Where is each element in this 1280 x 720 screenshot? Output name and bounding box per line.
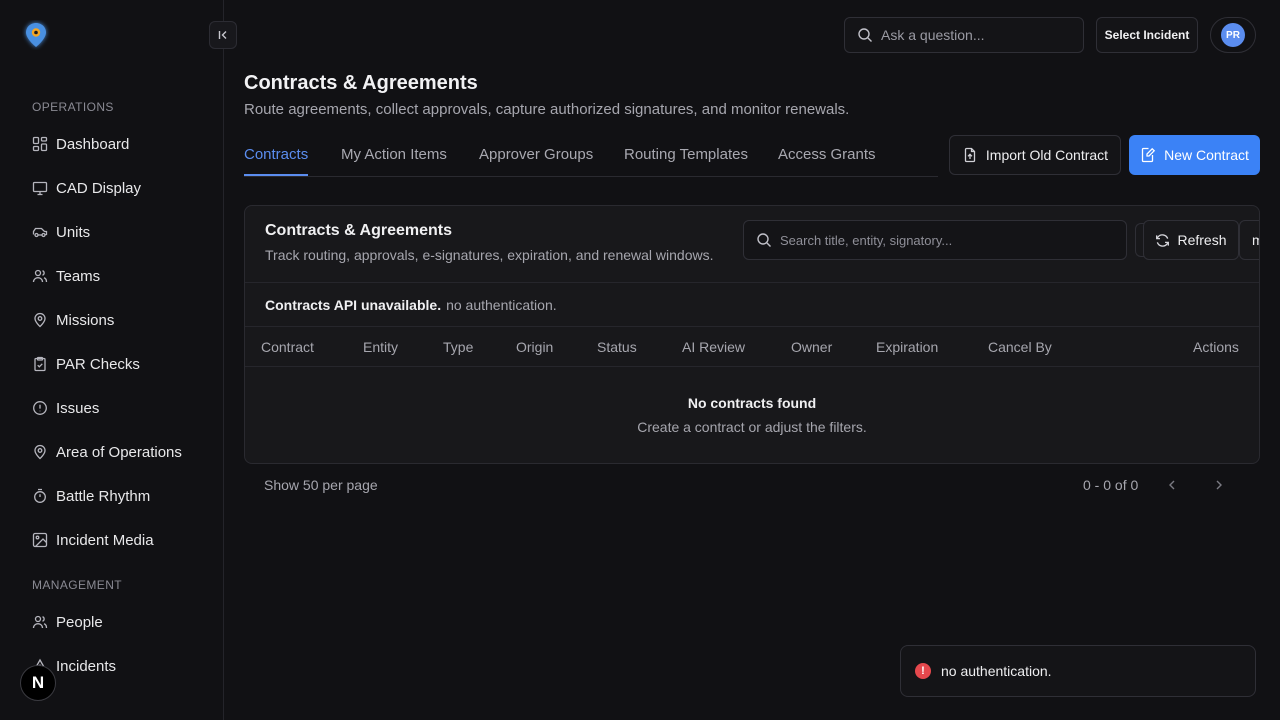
alert-circle-icon bbox=[32, 400, 48, 416]
sidebar-item-label: Battle Rhythm bbox=[56, 487, 151, 505]
sidebar-item-label: Area of Operations bbox=[56, 443, 182, 461]
app-logo[interactable] bbox=[22, 20, 50, 50]
select-incident-button[interactable]: Select Incident bbox=[1096, 17, 1198, 53]
sidebar-item-par-checks[interactable]: PAR Checks bbox=[32, 352, 140, 376]
sidebar-item-people[interactable]: People bbox=[32, 610, 103, 634]
column-header-type[interactable]: Type bbox=[443, 339, 473, 355]
chevron-right-icon[interactable] bbox=[1211, 477, 1227, 493]
next-dev-badge[interactable]: N bbox=[20, 665, 56, 701]
import-old-contract-button[interactable]: Import Old Contract bbox=[949, 135, 1121, 175]
error-toast: ! no authentication. bbox=[900, 645, 1256, 697]
page-title: Contracts & Agreements bbox=[244, 72, 478, 94]
sidebar-item-dashboard[interactable]: Dashboard bbox=[32, 132, 129, 156]
tab-approver-groups[interactable]: Approver Groups bbox=[479, 146, 593, 174]
sidebar-item-battle-rhythm[interactable]: Battle Rhythm bbox=[32, 484, 150, 508]
empty-state-title: No contracts found bbox=[687, 395, 817, 411]
column-header-entity[interactable]: Entity bbox=[363, 339, 398, 355]
alert-strong-text: Contracts API unavailable. bbox=[265, 296, 442, 313]
sidebar-item-label: Issues bbox=[56, 399, 100, 417]
sidebar: OPERATIONS Dashboard CAD Display Units T… bbox=[0, 0, 224, 720]
table-header: Contract Entity Type Origin Status AI Re… bbox=[245, 327, 1259, 367]
column-header-origin[interactable]: Origin bbox=[516, 339, 553, 355]
sidebar-item-label: Dashboard bbox=[56, 135, 130, 153]
column-header-owner[interactable]: Owner bbox=[791, 339, 832, 355]
vehicle-icon bbox=[32, 224, 48, 240]
search-icon bbox=[857, 27, 873, 43]
column-header-status[interactable]: Status bbox=[597, 339, 637, 355]
sidebar-item-missions[interactable]: Missions bbox=[32, 308, 114, 332]
timer-icon bbox=[32, 488, 48, 504]
contracts-card: Contracts & Agreements Track routing, ap… bbox=[244, 205, 1260, 464]
users-icon bbox=[32, 614, 48, 630]
map-pin-icon bbox=[32, 444, 48, 460]
collapse-sidebar-button[interactable] bbox=[209, 21, 237, 49]
image-icon bbox=[32, 532, 48, 548]
dashboard-icon bbox=[32, 136, 48, 152]
column-header-expiration[interactable]: Expiration bbox=[876, 339, 938, 355]
empty-state-subtitle: Create a contract or adjust the filters. bbox=[637, 419, 867, 435]
sidebar-item-area-of-operations[interactable]: Area of Operations bbox=[32, 440, 182, 464]
sidebar-item-label: Teams bbox=[56, 267, 101, 285]
chevron-left-icon bbox=[216, 28, 230, 42]
file-upload-icon bbox=[962, 147, 978, 163]
sidebar-item-units[interactable]: Units bbox=[32, 220, 90, 244]
tab-contracts[interactable]: Contracts bbox=[244, 146, 309, 176]
error-icon: ! bbox=[915, 663, 931, 679]
card-subtitle: Track routing, approvals, e-signatures, … bbox=[265, 247, 714, 263]
avatar: PR bbox=[1221, 23, 1245, 47]
tab-routing-templates[interactable]: Routing Templates bbox=[624, 146, 748, 174]
sidebar-item-label: PAR Checks bbox=[56, 355, 140, 373]
per-page-selector[interactable]: Show 50 per page bbox=[264, 477, 378, 493]
chevron-left-icon[interactable] bbox=[1164, 477, 1180, 493]
map-pin-icon bbox=[32, 312, 48, 328]
sidebar-item-teams[interactable]: Teams bbox=[32, 264, 100, 288]
search-icon bbox=[756, 232, 772, 248]
toast-message: no authentication. bbox=[941, 663, 1052, 679]
sidebar-item-cad-display[interactable]: CAD Display bbox=[32, 176, 141, 200]
user-menu-button[interactable]: PR bbox=[1210, 17, 1256, 53]
sidebar-item-label: Incidents bbox=[56, 657, 117, 675]
contract-search-box[interactable] bbox=[743, 220, 1127, 260]
sidebar-item-label: Units bbox=[56, 223, 91, 241]
page-range: 0 - 0 of 0 bbox=[1083, 477, 1139, 493]
sidebar-item-incident-media[interactable]: Incident Media bbox=[32, 528, 154, 552]
section-label-management: MANAGEMENT bbox=[32, 578, 123, 592]
monitor-icon bbox=[32, 180, 48, 196]
column-header-cancel-by[interactable]: Cancel By bbox=[988, 339, 1052, 355]
import-button-label: Import Old Contract bbox=[985, 147, 1109, 163]
tab-access-grants[interactable]: Access Grants bbox=[778, 146, 876, 174]
refresh-button[interactable]: Refresh bbox=[1143, 220, 1239, 260]
section-label-operations: OPERATIONS bbox=[32, 100, 114, 114]
more-actions-button[interactable]: m bbox=[1239, 220, 1259, 260]
refresh-label: Refresh bbox=[1177, 232, 1227, 248]
new-contract-label: New Contract bbox=[1164, 147, 1249, 163]
sidebar-item-issues[interactable]: Issues bbox=[32, 396, 99, 420]
api-error-banner: Contracts API unavailable. no authentica… bbox=[245, 282, 1259, 327]
ask-question-input[interactable] bbox=[881, 27, 1061, 43]
column-header-ai-review[interactable]: AI Review bbox=[682, 339, 745, 355]
users-icon bbox=[32, 268, 48, 284]
alert-detail-text: no authentication. bbox=[446, 296, 557, 313]
ask-question-box[interactable] bbox=[844, 17, 1084, 53]
new-contract-button[interactable]: New Contract bbox=[1129, 135, 1260, 175]
column-header-actions: Actions bbox=[1193, 339, 1239, 355]
page-subtitle: Route agreements, collect approvals, cap… bbox=[244, 101, 850, 118]
tab-bar: Contracts My Action Items Approver Group… bbox=[244, 140, 938, 177]
sidebar-item-label: CAD Display bbox=[56, 179, 142, 197]
refresh-icon bbox=[1155, 233, 1170, 248]
tab-my-action-items[interactable]: My Action Items bbox=[341, 146, 447, 174]
sidebar-item-label: Missions bbox=[56, 311, 115, 329]
column-header-contract[interactable]: Contract bbox=[261, 339, 314, 355]
clipboard-check-icon bbox=[32, 356, 48, 372]
sidebar-item-label: People bbox=[56, 613, 103, 631]
card-title: Contracts & Agreements bbox=[265, 222, 453, 239]
contract-search-input[interactable] bbox=[780, 232, 1110, 248]
sidebar-item-label: Incident Media bbox=[56, 531, 154, 549]
edit-file-icon bbox=[1140, 147, 1156, 163]
